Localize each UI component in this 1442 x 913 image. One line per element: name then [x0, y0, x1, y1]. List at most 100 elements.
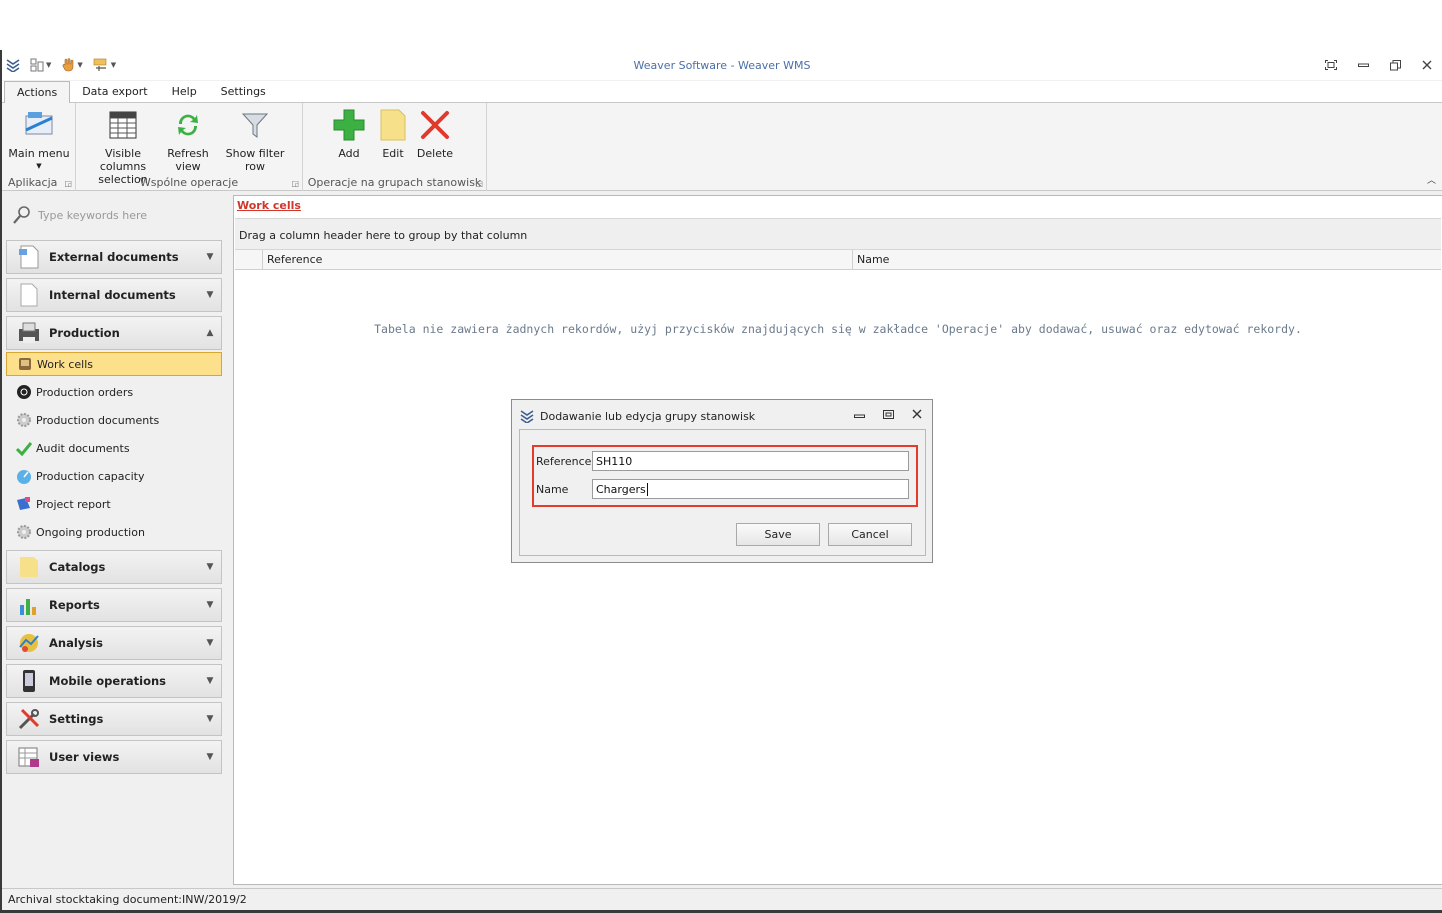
- gear-icon: [16, 524, 32, 540]
- sidebar-item-ongoing-production[interactable]: Ongoing production: [6, 520, 222, 544]
- cancel-button[interactable]: Cancel: [828, 523, 912, 546]
- main-menu-button[interactable]: Main menu ▼: [8, 107, 70, 173]
- filter-icon: [237, 107, 273, 143]
- grid-header: Reference Name: [235, 250, 1441, 270]
- refresh-view-button[interactable]: Refresh view: [166, 107, 210, 173]
- section-user-views[interactable]: User views ▼: [6, 740, 222, 774]
- section-catalogs[interactable]: Catalogs ▼: [6, 550, 222, 584]
- search-input[interactable]: Type keywords here: [38, 209, 147, 222]
- sidebar-item-project-report[interactable]: Project report: [6, 492, 222, 516]
- delete-icon: [417, 107, 453, 143]
- add-button[interactable]: Add: [331, 107, 367, 160]
- section-production[interactable]: Production ▲: [6, 316, 222, 350]
- tab-help[interactable]: Help: [160, 81, 209, 103]
- page-icon: [17, 283, 41, 307]
- section-reports[interactable]: Reports ▼: [6, 588, 222, 622]
- chevron-down-icon: ▼: [206, 714, 214, 724]
- minimize-icon[interactable]: [1354, 56, 1372, 74]
- chevron-down-icon: ▼: [206, 752, 214, 762]
- tools-icon: [17, 707, 41, 731]
- chevron-up-icon: ▲: [206, 328, 214, 338]
- name-label: Name: [536, 482, 569, 496]
- column-header-reference[interactable]: Reference: [263, 250, 853, 269]
- document-icon: [17, 245, 41, 269]
- window-controls: [1322, 56, 1436, 74]
- minimize-icon[interactable]: [854, 409, 865, 422]
- sidebar-item-production-capacity[interactable]: Production capacity: [6, 464, 222, 488]
- edit-icon: [375, 107, 411, 143]
- group-by-area[interactable]: Drag a column header here to group by th…: [235, 218, 1441, 250]
- close-icon[interactable]: [912, 409, 922, 422]
- restore-icon[interactable]: [1386, 56, 1404, 74]
- visible-columns-button[interactable]: Visible columns selection: [86, 107, 160, 186]
- folder-icon: [17, 555, 41, 579]
- dialog-body: Reference SH110 Name Chargers Save Cance…: [519, 429, 926, 556]
- fullscreen-icon[interactable]: [1322, 56, 1340, 74]
- chevron-down-icon: ▼: [206, 290, 214, 300]
- section-mobile-operations[interactable]: Mobile operations ▼: [6, 664, 222, 698]
- column-header-name[interactable]: Name: [853, 250, 1441, 269]
- chevron-down-icon: ▼: [206, 562, 214, 572]
- add-icon: [331, 107, 367, 143]
- mobile-icon: [17, 669, 41, 693]
- section-internal-documents[interactable]: Internal documents ▼: [6, 278, 222, 312]
- title-bar: ▼ ▼ ▼ Weaver Software - Weaver WMS: [2, 50, 1442, 80]
- name-input[interactable]: Chargers: [592, 479, 909, 499]
- dialog-launcher-icon[interactable]: ◲: [291, 179, 299, 188]
- dialog-title-bar: Dodawanie lub edycja grupy stanowisk: [520, 409, 755, 423]
- sidebar-item-production-orders[interactable]: Production orders: [6, 380, 222, 404]
- gauge-icon: [16, 468, 32, 484]
- ribbon-group-operacje: Add Edit Delete Operacje na grupach stan…: [303, 103, 487, 191]
- ribbon-group-aplikacja: Main menu ▼ Aplikacja ◲: [2, 103, 76, 191]
- section-external-documents[interactable]: External documents ▼: [6, 240, 222, 274]
- dialog-launcher-icon[interactable]: ◲: [64, 179, 72, 188]
- save-button[interactable]: Save: [736, 523, 820, 546]
- show-filter-row-button[interactable]: Show filter row: [216, 107, 294, 173]
- reference-input[interactable]: SH110: [592, 451, 909, 471]
- tab-actions[interactable]: Actions: [4, 81, 71, 104]
- section-analysis[interactable]: Analysis ▼: [6, 626, 222, 660]
- tab-settings[interactable]: Settings: [209, 81, 278, 103]
- tab-data-export[interactable]: Data export: [70, 81, 159, 103]
- edit-work-cell-dialog: Dodawanie lub edycja grupy stanowisk Ref…: [511, 399, 933, 563]
- dialog-title: Dodawanie lub edycja grupy stanowisk: [540, 409, 756, 423]
- printer-icon: [17, 321, 41, 345]
- sidebar-item-production-documents[interactable]: Production documents: [6, 408, 222, 432]
- orders-icon: [16, 384, 32, 400]
- text-cursor: [646, 483, 648, 496]
- row-indicator-header: [235, 250, 263, 269]
- sidebar: Type keywords here External documents ▼ …: [4, 195, 224, 885]
- user-views-icon: [17, 745, 41, 769]
- breadcrumb[interactable]: Work cells: [237, 199, 301, 212]
- checkmark-icon: [16, 440, 32, 456]
- dialog-window-controls: [854, 409, 922, 422]
- search-icon: [13, 206, 30, 224]
- delete-button[interactable]: Delete: [415, 107, 455, 160]
- ribbon-group-label: Wspólne operacje: [139, 176, 239, 189]
- empty-grid-message: Tabela nie zawiera żadnych rekordów, uży…: [374, 322, 1302, 336]
- maximize-icon[interactable]: [883, 409, 894, 422]
- report-icon: [16, 496, 32, 512]
- app-logo-icon: [520, 410, 534, 423]
- collapse-ribbon-icon[interactable]: ︿: [1427, 173, 1436, 186]
- name-field-row: Name Chargers: [536, 479, 909, 499]
- edit-button[interactable]: Edit: [375, 107, 411, 160]
- reference-field-row: Reference SH110: [536, 451, 909, 471]
- sidebar-search[interactable]: Type keywords here: [12, 205, 147, 225]
- dialog-launcher-icon[interactable]: ◲: [475, 179, 483, 188]
- close-icon[interactable]: [1418, 56, 1436, 74]
- main-menu-icon: [21, 107, 57, 143]
- sidebar-item-audit-documents[interactable]: Audit documents: [6, 436, 222, 460]
- gear-icon: [16, 412, 32, 428]
- bar-chart-icon: [17, 593, 41, 617]
- columns-icon: [105, 107, 141, 143]
- reference-label: Reference: [536, 454, 592, 468]
- refresh-icon: [170, 107, 206, 143]
- ribbon-group-wspolne-operacje: Visible columns selection Refresh view S…: [76, 103, 303, 191]
- sidebar-item-work-cells[interactable]: Work cells: [6, 352, 222, 376]
- chevron-down-icon: ▼: [206, 638, 214, 648]
- ribbon: Main menu ▼ Aplikacja ◲ Visible columns …: [2, 103, 1442, 191]
- chevron-down-icon: ▼: [206, 600, 214, 610]
- work-cells-icon: [17, 356, 33, 372]
- section-settings[interactable]: Settings ▼: [6, 702, 222, 736]
